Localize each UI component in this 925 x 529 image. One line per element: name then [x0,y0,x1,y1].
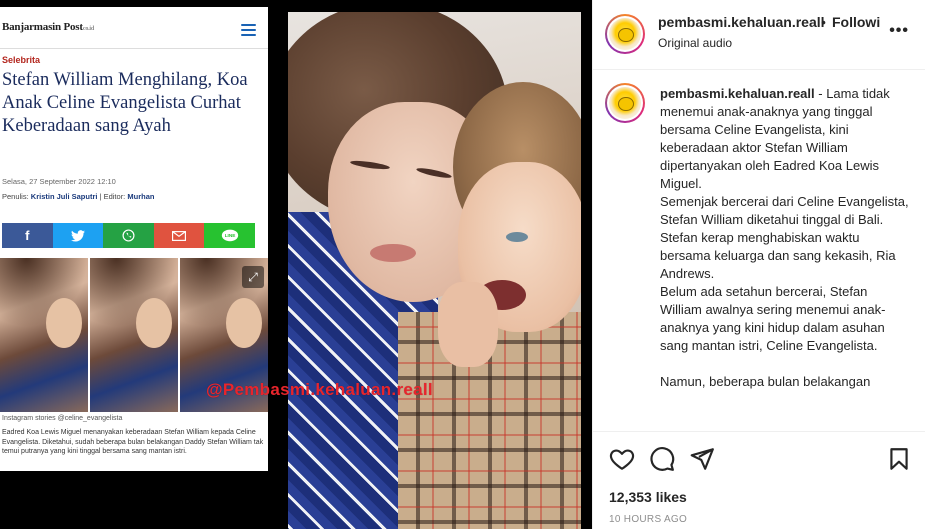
article-byline: Penulis: Kristin Juli Saputri | Editor: … [2,192,155,201]
post-caption: pembasmi.kehaluan.reall - Lama tidak men… [593,71,925,431]
share-icon[interactable] [689,446,715,472]
caption-text: pembasmi.kehaluan.reall - Lama tidak men… [660,86,909,389]
post-header: pembasmi.kehaluan.reall • Following Orig… [593,0,925,70]
bookmark-icon[interactable] [886,446,912,472]
post-actions: 12,353 likes 10 HOURS AGO [593,431,925,529]
caption-avatar[interactable] [605,83,645,123]
post-timestamp[interactable]: 10 HOURS AGO [609,514,687,525]
news-article-screenshot: Banjarmasin Postco.id Selebrita Stefan W… [0,7,268,471]
svg-text:LINE: LINE [224,233,235,238]
article-logo: Banjarmasin Postco.id [2,21,95,33]
watermark-text: @Pembasmi.kehaluan.reall [206,380,433,399]
article-share-bar: f LINE [2,223,255,248]
following-button[interactable]: Following [832,14,880,30]
video-frame [288,12,581,529]
more-options-icon[interactable]: ••• [889,22,909,40]
comment-icon[interactable] [649,446,675,472]
whatsapp-icon [103,223,154,248]
instagram-post-modal: Banjarmasin Postco.id Selebrita Stefan W… [0,0,925,529]
audio-link[interactable]: Original audio [658,36,732,50]
heart-icon[interactable] [609,446,635,472]
mail-icon [153,223,205,248]
caption-line: Namun, beberapa bulan belakangan [660,374,871,389]
post-username[interactable]: pembasmi.kehaluan.reall [658,14,825,30]
avatar[interactable] [605,14,645,54]
hamburger-menu-icon [241,24,256,36]
article-date: Selasa, 27 September 2022 12:10 [2,177,116,186]
article-title: Stefan William Menghilang, Koa Anak Celi… [2,70,248,136]
article-body: Eadred Koa Lewis Miguel menanyakan keber… [2,429,264,455]
like-count[interactable]: 12,353 likes [609,489,687,505]
caption-line: Stefan kerap menghabiskan waktu bersama … [660,230,896,281]
post-sidebar: pembasmi.kehaluan.reall • Following Orig… [592,0,925,529]
caption-username[interactable]: pembasmi.kehaluan.reall [660,86,815,101]
post-media[interactable]: Banjarmasin Postco.id Selebrita Stefan W… [0,0,592,529]
article-photo-caption: Instagram stories @celine_evangelista [2,415,123,422]
caption-line: Belum ada setahun bercerai, Stefan Willi… [660,284,886,353]
line-icon: LINE [204,223,255,248]
article-category: Selebrita [2,55,41,65]
facebook-icon: f [2,223,53,248]
separator-dot: • [821,14,826,30]
article-header: Banjarmasin Postco.id [0,7,268,49]
expand-icon: ⤢ [242,266,264,288]
caption-line: Semenjak bercerai dari Celine Evangelist… [660,194,909,227]
twitter-icon [52,223,104,248]
